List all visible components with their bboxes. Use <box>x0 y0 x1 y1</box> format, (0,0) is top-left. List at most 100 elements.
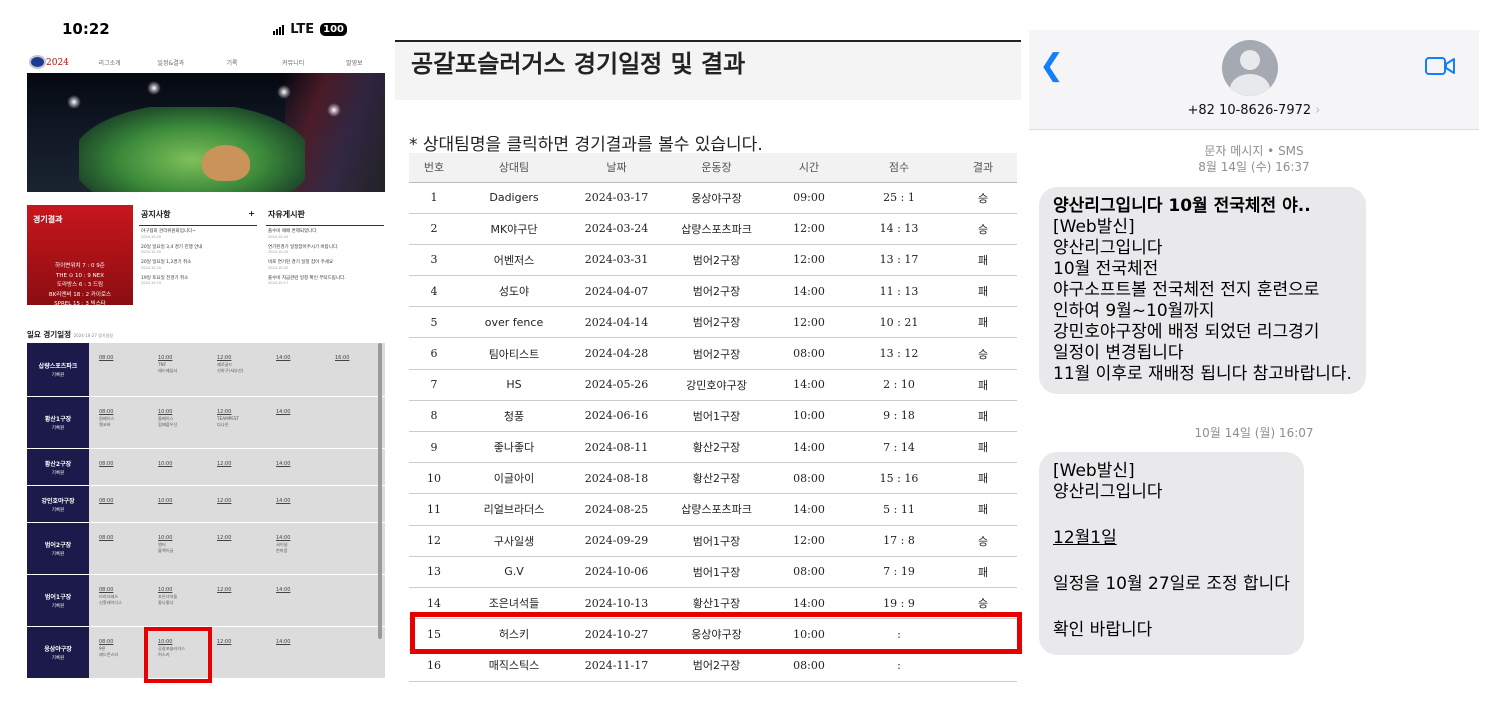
video-call-icon[interactable] <box>1425 56 1455 76</box>
opponent-link[interactable]: over fence <box>459 306 569 339</box>
nav-item[interactable]: 커뮤니티 <box>263 58 324 67</box>
notice-item[interactable]: 20일 일요일 1,2경기 취소 2024.10.20 <box>139 257 257 273</box>
nav-item[interactable]: 일정&결과 <box>140 58 201 67</box>
message-line[interactable]: 12월1일 <box>1053 528 1290 549</box>
game-slot[interactable]: 10:00 <box>148 449 207 485</box>
game-slot[interactable]: 12:00 <box>207 575 266 626</box>
avatar[interactable] <box>1222 40 1278 96</box>
nav-item[interactable]: 리그소개 <box>79 58 140 67</box>
opponent-link[interactable]: Dadigers <box>459 182 569 214</box>
game-slot[interactable]: 10:00 TNF 레드제임서 <box>148 343 207 396</box>
slot-time[interactable]: 10:00 <box>158 498 172 504</box>
opponent-link[interactable]: G.V <box>459 556 569 588</box>
board-item[interactable]: 플수비 패배 면제되었니다 2024.10.20 <box>266 226 384 242</box>
scrollbar[interactable] <box>378 343 382 639</box>
game-slot[interactable]: 10:00 <box>148 486 207 522</box>
opponent-link[interactable]: MK야구단 <box>459 213 569 245</box>
slot-time[interactable]: 12:00 <box>217 498 231 504</box>
slot-time[interactable]: 12:00 <box>217 587 231 593</box>
opponent-link[interactable]: 리얼브라더스 <box>459 493 569 526</box>
game-slot[interactable]: 08:00 원베이스 엘코바 <box>89 397 148 448</box>
notice-item[interactable]: 야구협회 관리위원회입니다~ 2024.10.20 <box>139 226 257 242</box>
opponent-link[interactable]: 청풍 <box>459 400 569 433</box>
game-slot[interactable]: 14:00 서이널 한마음 <box>266 523 325 574</box>
board-item[interactable]: 플수비 지금관련 일정 확인 부탁드립니다. 2024.10.17 <box>266 273 384 289</box>
slot-time[interactable]: 08:00 <box>99 409 113 415</box>
slot-time[interactable]: 08:00 <box>99 461 113 467</box>
game-slot[interactable]: 12:00 제로골드 신야구(서부선) <box>207 343 266 396</box>
network-label: LTE <box>290 22 315 37</box>
notice-item[interactable]: 20일 일요일 3,4 경기 진행 안내 2024.10.20 <box>139 242 257 258</box>
slot-time[interactable]: 10:00 <box>158 409 172 415</box>
game-slot[interactable]: 12:00 <box>207 523 266 574</box>
slot-time[interactable]: 14:00 <box>276 587 290 593</box>
results-header: 경기결과 <box>33 215 63 224</box>
table-cell: 승 <box>949 213 1017 245</box>
board-item[interactable]: 연기된경기 일정잡아주시기 바랍니다. 2024.10.20 <box>266 242 384 258</box>
sender-number[interactable]: +82 10-8626-7972 › <box>1029 103 1479 118</box>
message-bubble[interactable]: [Web발신] 양산리그입니다 12월1일 일정을 10월 27일로 조정 합니다 확인… <box>1039 452 1304 655</box>
opponent-link[interactable]: 팀아티스트 <box>459 337 569 370</box>
game-slot[interactable]: 12:00 <box>207 627 266 678</box>
slot-time[interactable]: 08:00 <box>99 355 113 361</box>
game-slot[interactable]: 08:00 브라더레드 신흥레이디스 <box>89 575 148 626</box>
slot-time[interactable]: 12:00 <box>217 639 231 645</box>
game-slot[interactable]: 08:00 <box>89 343 148 396</box>
slot-time[interactable]: 14:00 <box>276 461 290 467</box>
game-slot[interactable]: 10:00 조은녀석들 좋나좋다 <box>148 575 207 626</box>
result-line: SPREL 15 : 3 빅스타 <box>54 301 106 307</box>
table-cell: 패 <box>949 556 1017 588</box>
slot-time[interactable]: 10:00 <box>158 535 172 541</box>
opponent-link[interactable]: 어벤저스 <box>459 244 569 277</box>
game-slot[interactable]: 14:00 <box>266 343 325 396</box>
slot-time[interactable]: 12:00 <box>217 355 231 361</box>
opponent-link[interactable]: 이글아이 <box>459 462 569 495</box>
slot-time[interactable]: 10:00 <box>158 355 172 361</box>
slot-time[interactable]: 10:00 <box>158 587 172 593</box>
table-cell: 7 <box>409 369 459 401</box>
game-slot[interactable]: 14:00 <box>266 486 325 522</box>
results-box[interactable]: 경기결과 하이변위치 7 : 0 9준 THE ⊙ 10 : 9 NEX 도라방… <box>27 205 133 307</box>
back-chevron-icon[interactable]: ❮ <box>1039 48 1064 83</box>
game-slot[interactable]: 16:00 <box>325 343 384 396</box>
game-slot[interactable]: 14:00 <box>266 449 325 485</box>
opponent-link[interactable]: 매직스틱스 <box>459 649 569 682</box>
notice-item[interactable]: 19일 토요일 전경기 취소 2024.10.19 <box>139 273 257 289</box>
game-slot[interactable]: 08:00 <box>89 449 148 485</box>
slot-time[interactable]: 10:00 <box>158 461 172 467</box>
slot-time[interactable]: 12:00 <box>217 409 231 415</box>
opponent-link[interactable]: 좋나좋다 <box>459 431 569 464</box>
game-slot[interactable]: 14:00 <box>266 397 325 448</box>
game-slot[interactable]: 14:00 <box>266 575 325 626</box>
game-slot[interactable]: 08:00 <box>89 523 148 574</box>
more-icon[interactable]: + <box>248 209 255 218</box>
slot-time[interactable]: 08:00 <box>99 535 113 541</box>
slot-time[interactable]: 14:00 <box>276 535 290 541</box>
slot-time[interactable]: 08:00 <box>99 587 113 593</box>
game-slot[interactable]: 08:00 9른 레드몬스터 <box>89 627 148 678</box>
slot-time[interactable]: 14:00 <box>276 498 290 504</box>
opponent-link[interactable]: 성도야 <box>459 275 569 308</box>
slot-time[interactable]: 12:00 <box>217 535 231 541</box>
slot-time[interactable]: 08:00 <box>99 639 113 645</box>
slot-time[interactable]: 14:00 <box>276 409 290 415</box>
slot-time[interactable]: 08:00 <box>99 498 113 504</box>
slot-time[interactable]: 14:00 <box>276 639 290 645</box>
opponent-link[interactable]: HS <box>459 369 569 401</box>
slot-time[interactable]: 14:00 <box>276 355 290 361</box>
nav-item[interactable]: 발영보 <box>324 58 385 67</box>
slot-time[interactable]: 16:00 <box>335 355 349 361</box>
game-slot[interactable]: 10:00 올베이스 힙애플우선 <box>148 397 207 448</box>
slot-time[interactable]: 12:00 <box>217 461 231 467</box>
league-logo[interactable]: 2024 <box>29 54 79 70</box>
game-slot[interactable]: 14:00 <box>266 627 325 678</box>
board-item[interactable]: 비로 연기된 경기 일정 잡아 주세요 2024.10.20 <box>266 257 384 273</box>
nav-item[interactable]: 기록 <box>201 58 262 67</box>
message-bubble[interactable]: 양산리그입니다 10월 전국체전 야.. [Web발신] 양산리그입니다 10월 전국… <box>1039 187 1366 394</box>
opponent-link[interactable]: 구사일생 <box>459 525 569 557</box>
game-slot[interactable]: 12:00 TEAMPEST 다나인 <box>207 397 266 448</box>
game-slot[interactable]: 12:00 <box>207 486 266 522</box>
game-slot[interactable]: 08:00 <box>89 486 148 522</box>
game-slot[interactable]: 12:00 <box>207 449 266 485</box>
game-slot[interactable]: 10:00 엔터 블랙이글 <box>148 523 207 574</box>
